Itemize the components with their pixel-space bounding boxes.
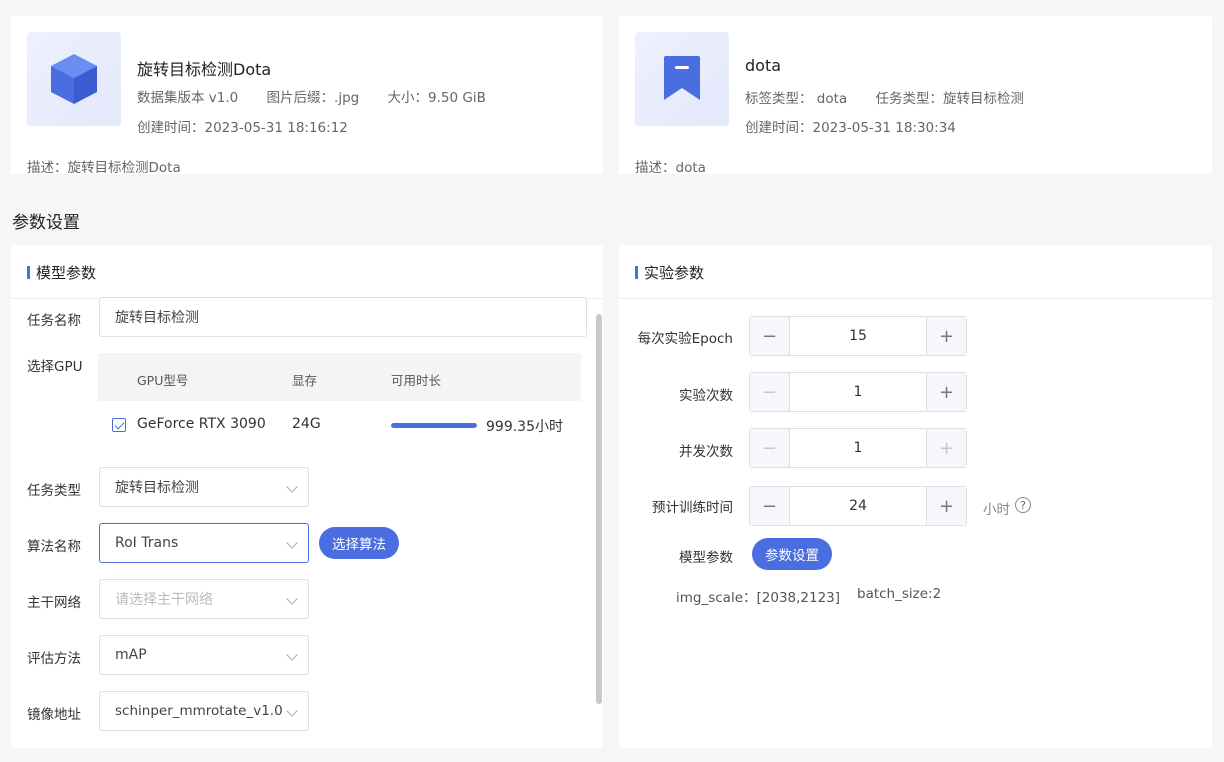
backbone-placeholder: 请选择主干网络 [115,592,213,608]
eval-label: 评估方法 [27,651,81,667]
concurrency-label: 并发次数 [679,444,733,460]
eval-value: mAP [115,647,147,663]
table-row[interactable]: GeForce RTX 3090 24G 999.35小时 [98,401,581,449]
epoch-value[interactable]: 15 [790,317,926,355]
chevron-down-icon [286,649,298,661]
time-label: 预计训练时间 [652,500,733,516]
image-select[interactable]: schinper_mmrotate_v1.0 [99,691,309,731]
plus-icon[interactable]: + [926,373,966,411]
gpu-availability-fill [391,423,477,428]
exp-params-header: 实验参数 [619,245,1212,299]
task-type-select[interactable]: 旋转目标检测 [99,467,309,507]
plus-icon[interactable]: + [926,317,966,355]
backbone-label: 主干网络 [27,595,81,611]
task-type-label: 任务类型 [27,483,81,499]
image-label: 镜像地址 [27,707,81,723]
algo-label: 算法名称 [27,539,81,555]
model-params-title: 模型参数 [36,264,97,282]
gpu-label: 选择GPU [27,359,83,375]
runs-value[interactable]: 1 [790,373,926,411]
dataset-size: 大小：9.50 GiB [387,90,486,106]
dataset-meta: 数据集版本 v1.0 图片后缀：.jpg 大小：9.50 GiB [137,86,510,106]
time-value[interactable]: 24 [790,487,926,525]
dataset-suffix: 图片后缀：.jpg [266,90,360,106]
time-unit: 小时 [983,502,1010,518]
help-icon[interactable]: ? [1015,497,1031,513]
minus-icon[interactable]: − [750,317,790,355]
label-title: dota [745,56,782,75]
time-stepper[interactable]: − 24 + [749,486,967,526]
label-type: 标签类型： dota [745,91,848,107]
header-accent-bar [635,266,638,279]
concurrency-value[interactable]: 1 [790,429,926,467]
algo-value: RoI Trans [115,535,179,551]
plus-icon[interactable]: + [926,487,966,525]
model-param-label: 模型参数 [679,550,733,566]
dataset-created: 创建时间：2023-05-31 18:16:12 [137,120,348,136]
task-name-input[interactable]: 旋转目标检测 [99,297,587,337]
image-value: schinper_mmrotate_v1.0 [115,703,283,719]
gpu-availability-bar [391,423,477,428]
eval-select[interactable]: mAP [99,635,309,675]
select-algo-button[interactable]: 选择算法 [319,527,399,559]
exp-params-title: 实验参数 [644,264,705,282]
label-created: 创建时间：2023-05-31 18:30:34 [745,120,956,136]
plus-icon[interactable]: + [926,429,966,467]
gpu-col-available: 可用时长 [391,373,442,388]
runs-label: 实验次数 [679,388,733,404]
dataset-version: 数据集版本 v1.0 [137,90,239,106]
header-accent-bar [27,266,30,279]
gpu-table: GPU型号 显存 可用时长 GeForce RTX 3090 24G 999.3… [98,353,581,449]
gpu-table-header: GPU型号 显存 可用时长 [98,353,581,401]
label-card: dota 标签类型： dota 任务类型：旋转目标检测 创建时间：2023-05… [619,16,1212,176]
concurrency-stepper[interactable]: − 1 + [749,428,967,468]
batch-size-text: batch_size:2 [857,586,942,602]
epoch-stepper[interactable]: − 15 + [749,316,967,356]
param-settings-button[interactable]: 参数设置 [752,538,832,570]
cube-icon [27,32,121,126]
chevron-down-icon [286,705,298,717]
backbone-select[interactable]: 请选择主干网络 [99,579,309,619]
task-name-label: 任务名称 [27,313,81,329]
dataset-desc: 描述：旋转目标检测Dota [27,160,181,176]
chevron-down-icon [286,481,298,493]
label-task-type: 任务类型：旋转目标检测 [875,91,1024,107]
gpu-col-memory: 显存 [292,373,318,388]
gpu-model: GeForce RTX 3090 [137,416,266,432]
page-title: 参数设置 [12,213,80,233]
bookmark-icon [635,32,729,126]
img-scale-text: img_scale：[2038,2123] [676,590,841,606]
algo-select[interactable]: RoI Trans [99,523,309,563]
dataset-title: 旋转目标检测Dota [137,60,272,79]
chevron-down-icon [286,537,298,549]
label-desc: 描述：dota [635,160,706,176]
runs-stepper[interactable]: − 1 + [749,372,967,412]
gpu-checkbox[interactable] [112,418,126,432]
dataset-card: 旋转目标检测Dota 数据集版本 v1.0 图片后缀：.jpg 大小：9.50 … [11,16,603,176]
epoch-label: 每次实验Epoch [637,331,733,347]
scrollbar[interactable] [596,314,602,704]
gpu-memory: 24G [292,416,321,432]
minus-icon[interactable]: − [750,487,790,525]
minus-icon[interactable]: − [750,373,790,411]
model-params-header: 模型参数 [11,245,603,299]
task-type-value: 旋转目标检测 [115,480,199,496]
label-meta: 标签类型： dota 任务类型：旋转目标检测 [745,87,1048,107]
minus-icon[interactable]: − [750,429,790,467]
gpu-col-model: GPU型号 [137,373,189,388]
chevron-down-icon [286,593,298,605]
gpu-available: 999.35小时 [486,419,563,435]
